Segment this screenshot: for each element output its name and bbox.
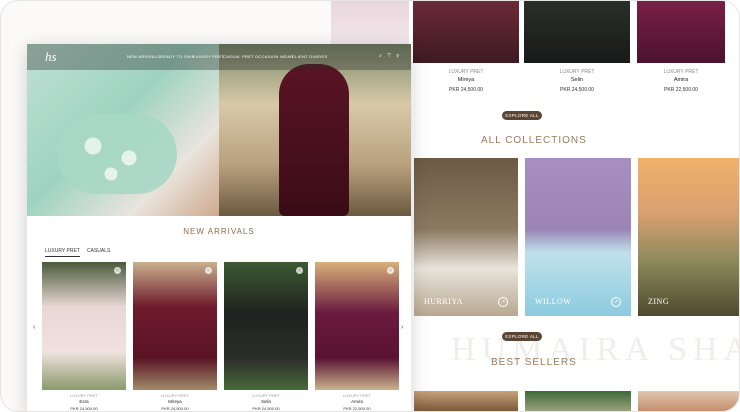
arrow-circle-icon[interactable]: ↗ — [498, 297, 508, 307]
header-icons[interactable]: ⌕ ♡ ⚲ — [379, 53, 401, 59]
tab-luxury-pret[interactable]: LUXURY PRET — [45, 248, 80, 257]
product-price: PKR 24,500.00 — [161, 406, 189, 411]
product-name[interactable]: Amira — [315, 399, 399, 404]
product-image-partial[interactable] — [638, 391, 739, 411]
product-image-amira[interactable] — [637, 1, 725, 63]
product-price: PKR 24,500.00 — [560, 87, 594, 93]
product-image-partial[interactable] — [525, 391, 631, 411]
all-collections-title: ALL COLLECTIONS — [481, 135, 587, 146]
product-category: LUXURY PRET — [70, 393, 98, 398]
new-arrivals-title: NEW ARRIVALS — [183, 227, 255, 236]
product-image-selin[interactable] — [524, 1, 630, 63]
product-name[interactable]: Amira — [637, 77, 725, 83]
collection-label: ZING — [648, 297, 670, 306]
product-name[interactable]: Selin — [224, 399, 308, 404]
nav-client-diaries[interactable]: CLIENT DIARIES — [292, 54, 327, 59]
screenshot-frame: HUMAIRA SHA LUXURY PRET Mireya PKR 24,50… — [0, 0, 740, 412]
product-image-partial[interactable] — [414, 391, 518, 411]
hero-banner[interactable]: hs NEW ARRIVALS READY TO SHIP LUXURY PRE… — [27, 44, 411, 216]
product-category: LUXURY PRET — [448, 69, 484, 75]
product-category: LUXURY PRET — [252, 393, 280, 398]
brand-logo[interactable]: hs — [45, 49, 57, 65]
carousel-next-icon[interactable]: › — [401, 324, 403, 331]
best-sellers-title: BEST SELLERS — [491, 357, 577, 368]
embroidered-sleeve — [57, 114, 177, 194]
carousel-prev-icon[interactable]: ‹ — [33, 324, 35, 331]
product-name[interactable]: Mireya — [133, 399, 217, 404]
product-image-mireya[interactable] — [413, 1, 519, 63]
heart-icon[interactable]: ♡ — [296, 267, 303, 274]
product-image-esra[interactable]: ♡ — [42, 262, 126, 390]
product-category: LUXURY PRET — [161, 393, 189, 398]
product-price: PKR 22,500.00 — [343, 406, 371, 411]
heart-icon[interactable]: ♡ — [114, 267, 121, 274]
product-name[interactable]: Mireya — [413, 77, 519, 83]
product-category: LUXURY PRET — [343, 393, 371, 398]
product-price: PKR 24,500.00 — [449, 87, 483, 93]
product-image-amira[interactable]: ♡ — [315, 262, 399, 390]
collection-card-hurriya[interactable]: HURRIYA ↗ — [414, 158, 518, 316]
heart-icon[interactable]: ♡ — [387, 267, 394, 274]
explore-all-button[interactable]: EXPLORE ALL — [502, 332, 542, 341]
product-name[interactable]: Esra — [42, 399, 126, 404]
nav-occasion-wear[interactable]: OCCASION WEAR — [255, 54, 293, 59]
arrow-circle-icon[interactable]: ↗ — [611, 297, 621, 307]
explore-all-button[interactable]: EXPLORE ALL — [502, 111, 542, 120]
product-image-selin[interactable]: ♡ — [224, 262, 308, 390]
product-price: PKR 22,500.00 — [664, 87, 698, 93]
collection-label: HURRIYA — [424, 297, 464, 306]
top-navigation: hs NEW ARRIVALS READY TO SHIP LUXURY PRE… — [27, 44, 411, 70]
nav-new-arrivals[interactable]: NEW ARRIVALS — [127, 54, 160, 59]
heart-icon[interactable]: ♡ — [205, 267, 212, 274]
product-name[interactable]: Selin — [524, 77, 630, 83]
product-price: PKR 24,500.00 — [70, 406, 98, 411]
product-price: PKR 24,500.00 — [252, 406, 280, 411]
product-image-mireya[interactable]: ♡ — [133, 262, 217, 390]
nav-luxury-pret[interactable]: LUXURY PRET — [193, 54, 224, 59]
nav-ready-to-ship[interactable]: READY TO SHIP — [160, 54, 195, 59]
tab-casuals[interactable]: CASUALS — [87, 248, 110, 254]
model-dress — [279, 64, 349, 216]
front-page: hs NEW ARRIVALS READY TO SHIP LUXURY PRE… — [27, 44, 411, 411]
collection-card-zing[interactable]: ZING — [638, 158, 739, 316]
product-category: LUXURY PRET — [559, 69, 595, 75]
product-category: LUXURY PRET — [663, 69, 699, 75]
nav-casual-pret[interactable]: CASUAL PRET — [223, 54, 254, 59]
collection-label: WILLOW — [535, 297, 572, 306]
collection-card-willow[interactable]: WILLOW ↗ — [525, 158, 631, 316]
